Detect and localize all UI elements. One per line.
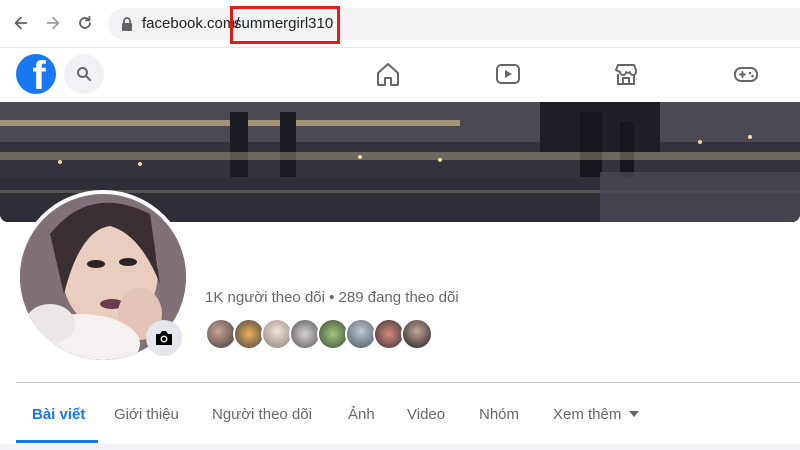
facebook-logo-letter: f <box>32 54 46 94</box>
url-highlight-box <box>230 6 340 44</box>
search-button[interactable] <box>64 54 104 94</box>
marketplace-icon[interactable] <box>612 60 640 88</box>
active-tab-indicator <box>16 440 98 443</box>
reload-icon[interactable] <box>74 12 96 34</box>
tab-groups[interactable]: Nhóm <box>463 384 535 444</box>
chevron-down-icon <box>629 411 640 417</box>
forward-arrow-icon[interactable] <box>42 12 64 34</box>
watch-video-icon[interactable] <box>494 60 522 88</box>
camera-icon <box>156 331 172 345</box>
back-arrow-icon[interactable] <box>10 12 32 34</box>
tab-posts[interactable]: Bài viết <box>16 384 101 444</box>
page-background-strip <box>0 444 800 450</box>
search-icon <box>77 67 91 81</box>
tab-videos[interactable]: Video <box>391 384 461 444</box>
browser-toolbar: facebook.com/ summergirl310 <box>0 0 800 48</box>
tab-more-label: Xem thêm <box>553 405 622 423</box>
gaming-icon[interactable] <box>732 60 760 88</box>
facebook-logo[interactable]: f <box>16 54 56 94</box>
address-bar[interactable]: facebook.com/ <box>108 8 800 40</box>
friend-avatars <box>205 318 445 350</box>
tabs-divider <box>16 382 800 383</box>
follower-stats[interactable]: 1K người theo dõi • 289 đang theo dõi <box>205 289 459 306</box>
tab-photos[interactable]: Ảnh <box>332 384 391 444</box>
tab-followers[interactable]: Người theo dõi <box>196 384 328 444</box>
url-host: facebook.com/ <box>142 15 240 32</box>
tab-about[interactable]: Giới thiệu <box>98 384 195 444</box>
lock-icon[interactable] <box>120 16 134 32</box>
home-icon[interactable] <box>374 60 402 88</box>
tab-more[interactable]: Xem thêm <box>537 384 655 444</box>
facebook-header: f <box>0 48 800 102</box>
change-avatar-button[interactable] <box>146 320 182 356</box>
profile-tabs: Bài viết Giới thiệu Người theo dõi Ảnh V… <box>16 384 800 444</box>
friend-avatar[interactable] <box>401 318 433 350</box>
